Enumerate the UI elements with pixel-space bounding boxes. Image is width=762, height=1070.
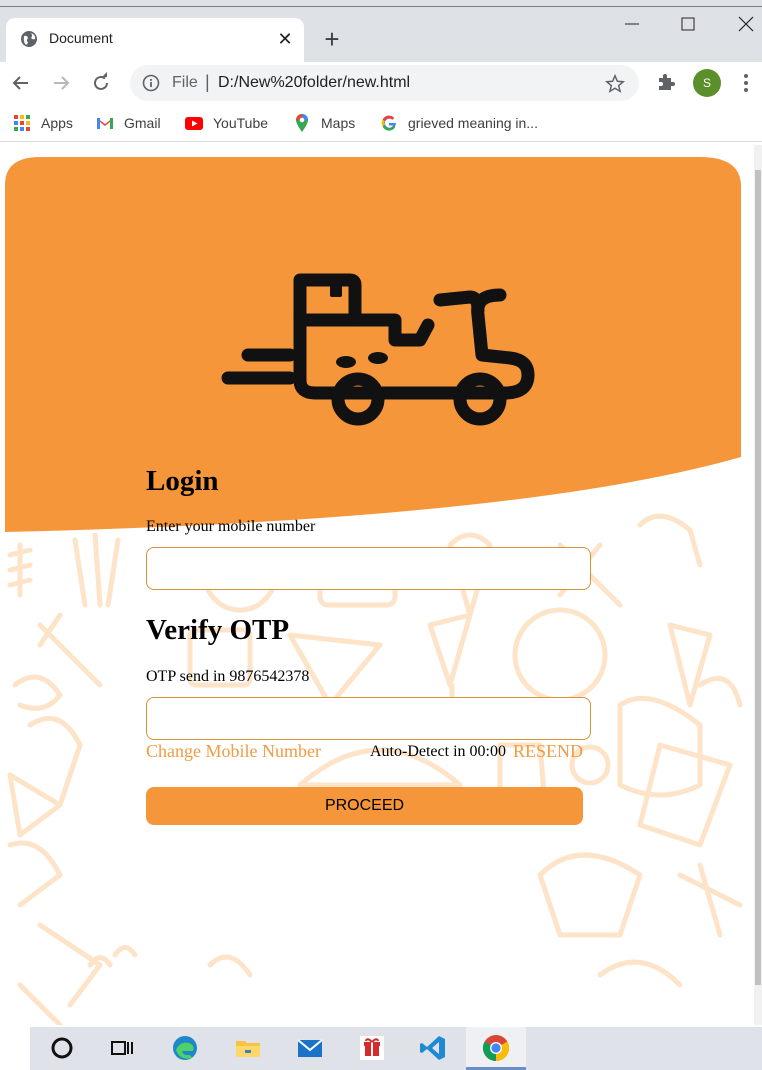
maximize-icon[interactable] xyxy=(676,12,700,36)
verify-otp-heading: Verify OTP xyxy=(146,614,290,646)
profile-avatar[interactable]: S xyxy=(693,69,721,97)
gmail-icon xyxy=(97,118,113,129)
chrome-icon[interactable] xyxy=(481,1033,511,1063)
youtube-icon xyxy=(185,117,203,130)
forward-arrow-icon[interactable] xyxy=(48,70,74,96)
menu-kebab-icon[interactable] xyxy=(738,71,754,95)
autodetect-timer: Auto-Detect in 00:00 xyxy=(370,743,506,760)
login-heading: Login xyxy=(146,465,219,497)
bookmark-maps[interactable]: Maps xyxy=(292,112,355,134)
bookmark-google-search[interactable]: grieved meaning in... xyxy=(379,112,538,134)
browser-tab[interactable]: Document ✕ xyxy=(6,18,304,62)
mobile-number-label: Enter your mobile number xyxy=(146,518,316,535)
back-arrow-icon[interactable] xyxy=(8,70,34,96)
url-separator: | xyxy=(205,72,210,92)
window-close-icon[interactable] xyxy=(734,12,758,36)
file-explorer-icon[interactable] xyxy=(233,1033,263,1063)
bookmark-label: Gmail xyxy=(124,115,161,131)
apps-grid-icon xyxy=(14,115,30,131)
reload-icon[interactable] xyxy=(88,70,114,96)
edge-icon[interactable] xyxy=(170,1033,200,1063)
title-bar: Document ✕ + xyxy=(0,0,762,62)
bookmark-youtube[interactable]: YouTube xyxy=(184,112,268,134)
google-icon xyxy=(381,115,396,131)
maps-icon xyxy=(296,114,308,132)
mail-icon[interactable] xyxy=(295,1033,325,1063)
otp-input[interactable] xyxy=(146,697,591,740)
bookmark-star-icon[interactable] xyxy=(604,73,626,95)
change-mobile-number-link[interactable]: Change Mobile Number xyxy=(146,741,321,762)
new-tab-icon[interactable]: + xyxy=(318,26,346,54)
otp-sent-label: OTP send in 9876542378 xyxy=(146,668,310,685)
gift-icon[interactable] xyxy=(357,1033,387,1063)
cortana-icon[interactable] xyxy=(47,1033,77,1063)
address-bar[interactable]: File | D:/New%20folder/new.html xyxy=(130,65,639,101)
page-viewport: Login Enter your mobile number Verify OT… xyxy=(0,145,754,1025)
bookmark-gmail[interactable]: Gmail xyxy=(95,112,161,134)
task-view-icon[interactable] xyxy=(107,1033,137,1063)
bookmark-apps[interactable]: Apps xyxy=(12,112,73,134)
info-icon[interactable] xyxy=(142,74,160,92)
bookmark-label: grieved meaning in... xyxy=(408,115,538,131)
mobile-number-input[interactable] xyxy=(146,547,591,590)
tab-close-icon[interactable]: ✕ xyxy=(274,28,296,50)
url-text[interactable]: D:/New%20folder/new.html xyxy=(218,74,410,92)
taskbar-search-edge xyxy=(0,1027,30,1070)
extensions-puzzle-icon[interactable] xyxy=(654,70,678,94)
scrollbar-thumb[interactable] xyxy=(755,170,761,985)
windows-taskbar xyxy=(0,1027,762,1070)
bookmarks-bar: Apps Gmail YouTube Maps grieved meaning … xyxy=(0,104,762,142)
browser-toolbar: File | D:/New%20folder/new.html S xyxy=(0,62,762,104)
url-scheme-label: File xyxy=(172,74,198,91)
resend-link[interactable]: RESEND xyxy=(513,741,583,762)
tab-title: Document xyxy=(49,30,113,46)
bookmark-label: Maps xyxy=(321,115,356,131)
proceed-button[interactable]: PROCEED xyxy=(146,787,583,825)
bookmark-label: YouTube xyxy=(213,115,269,131)
minimize-icon[interactable] xyxy=(620,12,644,36)
window-border xyxy=(0,6,762,7)
globe-icon xyxy=(21,31,37,47)
vscode-icon[interactable] xyxy=(418,1033,448,1063)
bookmark-label: Apps xyxy=(41,115,73,131)
